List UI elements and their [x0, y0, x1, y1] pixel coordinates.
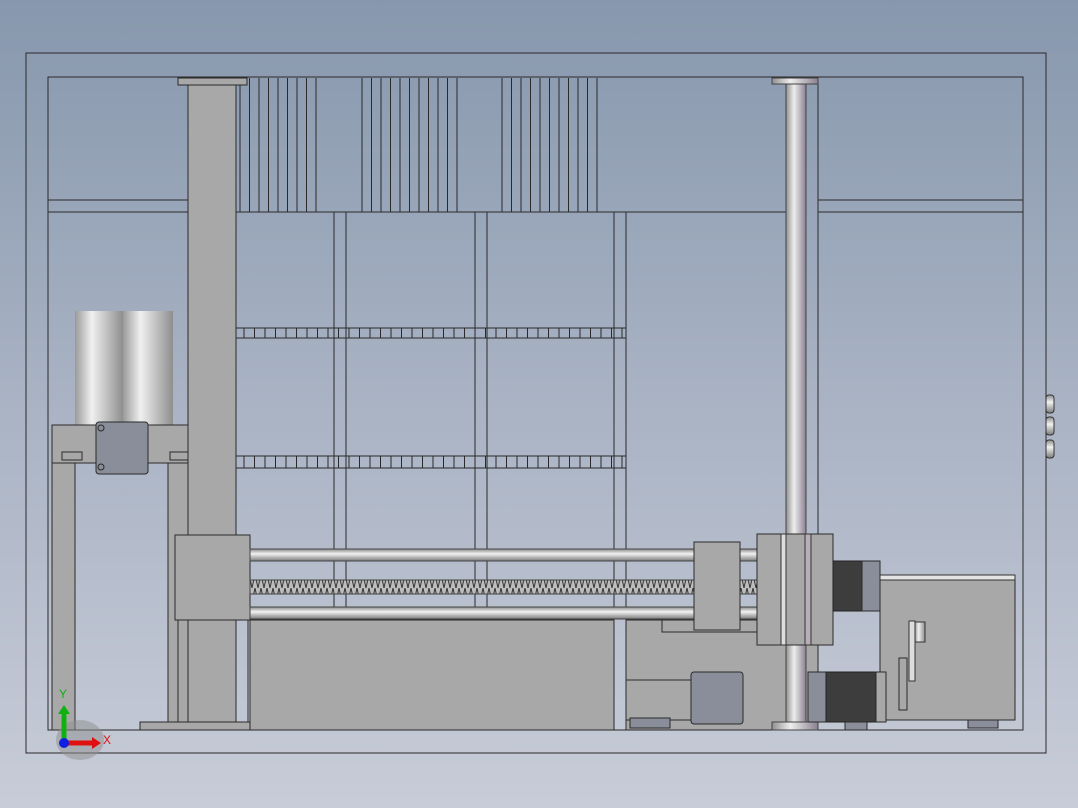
- coordinate-triad: X Y: [56, 687, 111, 760]
- stepper-motor-carriage[interactable]: [832, 560, 881, 612]
- rack-teeth: [243, 328, 623, 468]
- left-cylinders[interactable]: [75, 311, 173, 425]
- control-box[interactable]: [879, 574, 1016, 729]
- lead-screw: [249, 579, 761, 595]
- cad-viewport[interactable]: X Y: [0, 0, 1078, 808]
- stepper-motor-left[interactable]: [95, 421, 149, 475]
- carriage[interactable]: [693, 533, 834, 646]
- linear-rails[interactable]: [249, 548, 761, 620]
- stepper-motor-lower[interactable]: [807, 671, 887, 731]
- vent-slats: [239, 78, 598, 212]
- x-axis-label: X: [103, 733, 111, 747]
- y-axis-label: Y: [59, 687, 67, 701]
- side-knobs[interactable]: [1045, 394, 1055, 459]
- stepper-motor-bottom: [690, 671, 744, 725]
- z-axis-dot: [59, 738, 69, 748]
- base-housing[interactable]: [249, 619, 615, 731]
